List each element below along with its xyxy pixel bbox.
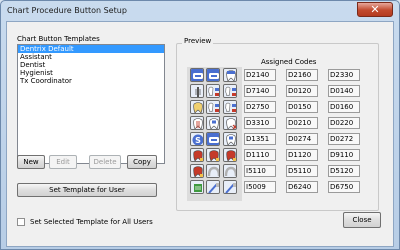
assigned-code-field[interactable]: I5009 xyxy=(244,181,276,193)
assigned-code-field[interactable]: I5110 xyxy=(244,165,276,177)
preview-legend: Preview xyxy=(182,37,214,45)
assigned-code-field[interactable]: D0210 xyxy=(286,117,318,129)
tooth-crown-icon[interactable] xyxy=(223,68,237,82)
assigned-code-field[interactable]: D6750 xyxy=(328,181,360,193)
assigned-code-field[interactable]: D9110 xyxy=(328,149,360,161)
tooth-x-icon[interactable] xyxy=(223,116,237,130)
window-title: Chart Procedure Button Setup xyxy=(7,6,127,15)
tooth-bite-icon[interactable] xyxy=(206,68,220,82)
sealant-s-icon[interactable]: S xyxy=(190,132,204,146)
tooth-exam-icon[interactable] xyxy=(206,84,220,98)
assigned-code-field[interactable]: D6240 xyxy=(286,181,318,193)
copy-button[interactable]: Copy xyxy=(127,155,157,169)
tooth-red-icon[interactable] xyxy=(190,148,204,162)
assigned-code-field[interactable]: D0220 xyxy=(328,117,360,129)
dialog-window: Chart Procedure Button Setup ✕ Chart But… xyxy=(0,0,400,250)
tooth-red-icon[interactable] xyxy=(206,148,220,162)
assigned-code-field[interactable]: D5120 xyxy=(328,165,360,177)
assigned-code-field[interactable]: D2750 xyxy=(244,101,276,113)
assigned-code-field[interactable]: D1120 xyxy=(286,149,318,161)
template-list-item[interactable]: Tx Coordinator xyxy=(18,77,164,85)
tooth-prep-icon[interactable] xyxy=(190,100,204,114)
template-list-item[interactable]: Hygienist xyxy=(18,69,164,77)
assigned-code-field[interactable]: D0274 xyxy=(286,133,318,145)
assigned-code-field[interactable]: D0150 xyxy=(286,101,318,113)
svg-text:S: S xyxy=(195,136,201,145)
tooth-filling-icon[interactable] xyxy=(223,132,237,146)
tooth-exam-icon[interactable] xyxy=(206,100,220,114)
tooth-rct-icon[interactable] xyxy=(190,116,204,130)
assigned-code-field[interactable]: D0272 xyxy=(328,133,360,145)
all-users-checkbox[interactable] xyxy=(17,218,25,226)
assigned-code-field[interactable]: D7140 xyxy=(244,85,276,97)
tooth-bite-icon[interactable] xyxy=(206,132,220,146)
all-users-label: Set Selected Template for All Users xyxy=(30,218,153,226)
templates-label: Chart Button Templates xyxy=(17,35,100,43)
delete-button[interactable]: Delete xyxy=(89,155,121,169)
tooth-red-icon[interactable] xyxy=(190,164,204,178)
template-list-item[interactable]: Dentist xyxy=(18,61,164,69)
tooth-red-icon[interactable] xyxy=(223,148,237,162)
edit-button[interactable]: Edit xyxy=(49,155,77,169)
tooth-bite-icon[interactable] xyxy=(190,68,204,82)
brush-icon[interactable] xyxy=(223,180,237,194)
assigned-code-field[interactable]: D2330 xyxy=(328,69,360,81)
template-list-item[interactable]: Assistant xyxy=(18,53,164,61)
cleaning-icon[interactable] xyxy=(190,180,204,194)
assigned-code-field[interactable]: D0120 xyxy=(286,85,318,97)
close-button[interactable]: Close xyxy=(343,212,381,228)
dialog-body: Chart Button Templates Dentrix Default As… xyxy=(6,21,394,247)
implant-icon[interactable] xyxy=(190,84,204,98)
assigned-code-field[interactable]: D3310 xyxy=(244,117,276,129)
title-bar: Chart Procedure Button Setup ✕ xyxy=(1,1,399,21)
denture-icon[interactable] xyxy=(206,164,220,178)
assigned-code-field[interactable]: D1351 xyxy=(244,133,276,145)
assigned-code-field[interactable]: D1110 xyxy=(244,149,276,161)
tooth-exam-icon[interactable] xyxy=(223,100,237,114)
tooth-filling-icon[interactable] xyxy=(206,116,220,130)
assigned-code-field[interactable]: D2160 xyxy=(286,69,318,81)
templates-listbox[interactable]: Dentrix Default Assistant Dentist Hygienist… xyxy=(17,44,165,164)
assigned-code-field[interactable]: D5110 xyxy=(286,165,318,177)
assigned-code-field[interactable]: D2140 xyxy=(244,69,276,81)
template-list-item[interactable]: Dentrix Default xyxy=(18,45,164,53)
assigned-code-field[interactable]: D0140 xyxy=(328,85,360,97)
assigned-codes-title: Assigned Codes xyxy=(261,58,317,66)
assigned-code-field[interactable]: D0160 xyxy=(328,101,360,113)
set-template-button[interactable]: Set Template for User xyxy=(17,183,157,197)
denture-icon[interactable] xyxy=(223,164,237,178)
window-close-button[interactable]: ✕ xyxy=(357,2,393,17)
brush-icon[interactable] xyxy=(206,180,220,194)
tooth-exam-icon[interactable] xyxy=(223,84,237,98)
new-button[interactable]: New xyxy=(17,155,45,169)
